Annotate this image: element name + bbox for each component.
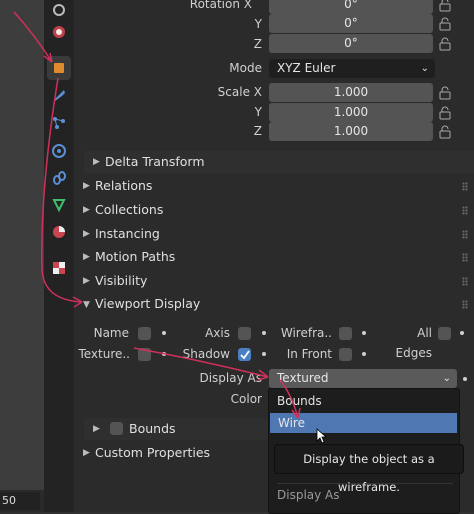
annotation-arrow-line xyxy=(41,77,83,303)
annotation-arrow-line xyxy=(13,11,53,63)
annotation-arrow-line xyxy=(279,379,299,419)
annotation-arrowhead xyxy=(43,52,53,63)
annotation-arrows xyxy=(13,11,301,419)
annotation-arrow-line xyxy=(133,347,269,378)
